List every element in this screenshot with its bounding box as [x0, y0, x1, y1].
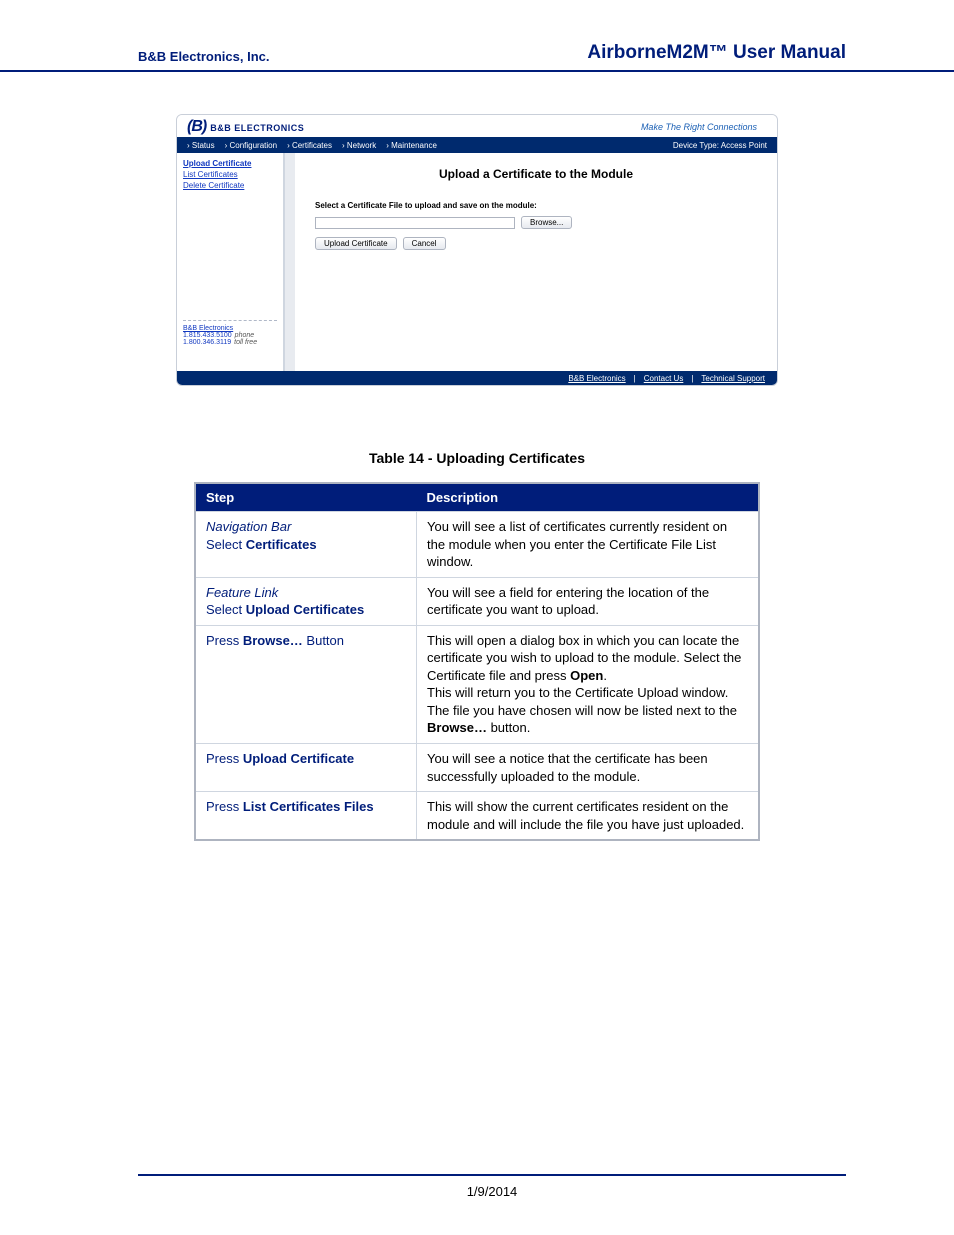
page-header: B&B Electronics, Inc. AirborneM2M™ User …: [0, 0, 954, 72]
sidebar-scrollbar[interactable]: [284, 153, 295, 371]
nav-status[interactable]: Status: [187, 141, 215, 150]
cancel-button[interactable]: Cancel: [403, 237, 446, 250]
col-desc: Description: [417, 483, 760, 512]
step-cell: Press List Certificates Files: [195, 792, 417, 841]
contact-title[interactable]: B&B Electronics: [183, 325, 277, 332]
ui-navbar: Status Configuration Certificates Networ…: [177, 137, 777, 153]
sidebar-delete-cert[interactable]: Delete Certificate: [183, 181, 277, 190]
ui-topbar: (B) B&B ELECTRONICS Make The Right Conne…: [177, 115, 777, 137]
steps-table: Step Description Navigation BarSelect Ce…: [194, 482, 760, 841]
company-name: B&B Electronics, Inc.: [138, 49, 269, 64]
browse-button[interactable]: Browse...: [521, 216, 572, 229]
table-row: Press Upload CertificateYou will see a n…: [195, 744, 759, 792]
ui-screenshot: (B) B&B ELECTRONICS Make The Right Conne…: [176, 114, 778, 386]
main-heading: Upload a Certificate to the Module: [315, 167, 757, 181]
table-row: Press Browse… ButtonThis will open a dia…: [195, 625, 759, 743]
step-cell: Feature LinkSelect Upload Certificates: [195, 577, 417, 625]
ui-footer: B&B Electronics | Contact Us | Technical…: [177, 371, 777, 385]
file-path-input[interactable]: [315, 217, 515, 229]
nav-configuration[interactable]: Configuration: [225, 141, 277, 150]
brand-slogan: Make The Right Connections: [641, 122, 757, 132]
ui-main: Upload a Certificate to the Module Selec…: [295, 153, 777, 371]
ui-body: Upload Certificate List Certificates Del…: [177, 153, 777, 371]
desc-cell: You will see a list of certificates curr…: [417, 512, 760, 578]
ui-sidebar: Upload Certificate List Certificates Del…: [177, 153, 284, 371]
contact-toll-label: toll free: [234, 339, 257, 346]
device-type-label: Device Type: Access Point: [673, 141, 767, 150]
step-cell: Press Browse… Button: [195, 625, 417, 743]
table-row: Press List Certificates FilesThis will s…: [195, 792, 759, 841]
contact-phone-label: phone: [235, 332, 254, 339]
sidebar-contact: B&B Electronics 1.815.433.5100 phone 1.8…: [183, 325, 277, 346]
table-row: Navigation BarSelect CertificatesYou wil…: [195, 512, 759, 578]
desc-cell: You will see a notice that the certifica…: [417, 744, 760, 792]
upload-certificate-button[interactable]: Upload Certificate: [315, 237, 397, 250]
nav-maintenance[interactable]: Maintenance: [386, 141, 437, 150]
contact-toll: 1.800.346.3119: [183, 339, 231, 346]
step-cell: Navigation BarSelect Certificates: [195, 512, 417, 578]
footer-link-contact[interactable]: Contact Us: [644, 374, 684, 383]
page-footer: 1/9/2014: [138, 1174, 846, 1199]
nav-certificates[interactable]: Certificates: [287, 141, 332, 150]
nav-network[interactable]: Network: [342, 141, 376, 150]
contact-phone: 1.815.433.5100: [183, 332, 232, 339]
desc-cell: This will open a dialog box in which you…: [417, 625, 760, 743]
table-caption: Table 14 - Uploading Certificates: [0, 450, 954, 466]
sidebar-list-cert[interactable]: List Certificates: [183, 170, 277, 179]
footer-date: 1/9/2014: [467, 1184, 518, 1199]
footer-link-support[interactable]: Technical Support: [701, 374, 765, 383]
logo-brand: B&B ELECTRONICS: [210, 123, 304, 133]
navbar-items: Status Configuration Certificates Networ…: [187, 141, 437, 150]
sidebar-upload-cert[interactable]: Upload Certificate: [183, 159, 277, 168]
footer-sep: |: [634, 374, 636, 383]
manual-title: AirborneM2M™ User Manual: [587, 42, 846, 64]
sidebar-divider: [183, 320, 277, 321]
desc-cell: This will show the current certificates …: [417, 792, 760, 841]
logo-symbol: (B): [187, 119, 206, 135]
step-cell: Press Upload Certificate: [195, 744, 417, 792]
footer-sep: |: [691, 374, 693, 383]
instruction-label: Select a Certificate File to upload and …: [315, 201, 757, 210]
desc-cell: You will see a field for entering the lo…: [417, 577, 760, 625]
brand-logo: (B) B&B ELECTRONICS: [187, 119, 304, 135]
footer-link-bb[interactable]: B&B Electronics: [568, 374, 625, 383]
table-row: Feature LinkSelect Upload CertificatesYo…: [195, 577, 759, 625]
col-step: Step: [195, 483, 417, 512]
